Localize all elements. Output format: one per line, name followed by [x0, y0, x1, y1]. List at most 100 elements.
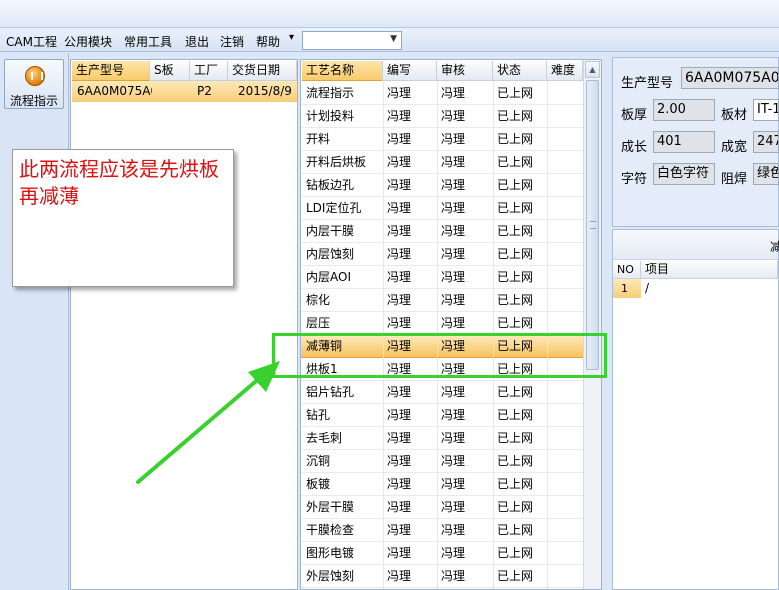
table-row[interactable]: 铝片钻孔 冯理 冯理 已上网 [301, 381, 583, 404]
table-row[interactable]: 外层干膜 冯理 冯理 已上网 [301, 496, 583, 519]
process-status-cell: 已上网 [497, 224, 534, 238]
table-row[interactable]: 1 / [613, 279, 778, 298]
menu-cam-project[interactable]: CAM工程 [6, 33, 57, 50]
process-writer-cell: 冯理 [387, 431, 412, 445]
model-field[interactable]: 6AA0M075A0 [681, 67, 779, 89]
width-field[interactable]: 247 [753, 131, 779, 153]
order-col-s-board[interactable]: S板 [150, 61, 190, 81]
process-col-reviewer[interactable]: 审核 [437, 61, 493, 81]
menu-bar: CAM工程 公用模块 常用工具 退出 注销 帮助 ▾ ▼ [0, 28, 779, 52]
process-name-cell: 棕化 [306, 293, 331, 307]
table-row[interactable]: 内层干膜 冯理 冯理 已上网 [301, 220, 583, 243]
window-top-strip [0, 0, 779, 28]
table-row[interactable]: LDI定位孔 冯理 冯理 已上网 [301, 197, 583, 220]
process-status-cell: 已上网 [497, 132, 534, 146]
mask-field[interactable]: 绿色 [753, 163, 779, 185]
order-col-model[interactable]: 生产型号 [72, 61, 150, 81]
process-col-difficulty[interactable]: 难度 [547, 61, 583, 81]
process-status-cell: 已上网 [497, 431, 534, 445]
process-writer-cell: 冯理 [387, 546, 412, 560]
process-writer-cell: 冯理 [387, 454, 412, 468]
order-grid: 生产型号 S板 工厂 交货日期 6AA0M075A0 P2 2015/8/9 [70, 59, 298, 590]
process-reviewer-cell: 冯理 [441, 431, 466, 445]
table-row[interactable]: 去毛刺 冯理 冯理 已上网 [301, 427, 583, 450]
help-dropdown-icon[interactable]: ▾ [289, 32, 294, 43]
table-row[interactable]: 计划投料 冯理 冯理 已上网 [301, 105, 583, 128]
process-status-cell: 已上网 [497, 86, 534, 100]
process-name-cell: 内层干膜 [306, 224, 355, 238]
order-col-factory[interactable]: 工厂 [190, 61, 228, 81]
scroll-up-icon[interactable]: ▲ [585, 61, 600, 78]
process-name-cell: 钻板边孔 [306, 178, 355, 192]
process-writer-cell: 冯理 [387, 155, 412, 169]
menu-help[interactable]: 帮助 [256, 33, 280, 50]
scrollbar-thumb[interactable] [586, 80, 599, 370]
process-writer-cell: 冯理 [387, 293, 412, 307]
highlight-box [272, 333, 607, 378]
thickness-field[interactable]: 2.00 [653, 99, 715, 121]
order-date-cell: 2015/8/9 [238, 84, 292, 98]
process-col-writer[interactable]: 编写 [383, 61, 437, 81]
menu-public-module[interactable]: 公用模块 [64, 33, 112, 50]
process-writer-cell: 冯理 [387, 270, 412, 284]
table-row[interactable]: 层压 冯理 冯理 已上网 [301, 312, 583, 335]
process-name-cell: 外层蚀刻 [306, 569, 355, 583]
process-name-cell: 开料 [306, 132, 331, 146]
table-row[interactable]: 钻板边孔 冯理 冯理 已上网 [301, 174, 583, 197]
process-writer-cell: 冯理 [387, 523, 412, 537]
process-status-cell: 已上网 [497, 385, 534, 399]
flow-guide-button[interactable]: 流程指示 [4, 59, 64, 109]
order-col-date[interactable]: 交货日期 [228, 61, 297, 81]
process-status-cell: 已上网 [497, 109, 534, 123]
table-row[interactable]: 干膜检查 冯理 冯理 已上网 [301, 519, 583, 542]
process-col-name[interactable]: 工艺名称 [302, 61, 383, 81]
detail-table: 减 NO 项目 1 / [612, 229, 779, 590]
process-name-cell: 铝片钻孔 [306, 385, 355, 399]
detail-no-cell: 1 [613, 279, 641, 298]
table-row[interactable]: 钻孔 冯理 冯理 已上网 [301, 404, 583, 427]
table-row[interactable]: 沉铜 冯理 冯理 已上网 [301, 450, 583, 473]
process-reviewer-cell: 冯理 [441, 316, 466, 330]
menu-logout[interactable]: 注销 [220, 33, 244, 50]
process-reviewer-cell: 冯理 [441, 224, 466, 238]
table-row[interactable]: 开料后烘板 冯理 冯理 已上网 [301, 151, 583, 174]
toolbar-combo[interactable]: ▼ [302, 31, 402, 50]
process-writer-cell: 冯理 [387, 109, 412, 123]
material-field[interactable]: IT-1 [753, 99, 779, 121]
thickness-label: 板厚 [621, 108, 648, 123]
process-name-cell: 去毛刺 [306, 431, 343, 445]
detail-col-no[interactable]: NO [613, 261, 641, 279]
process-reviewer-cell: 冯理 [441, 270, 466, 284]
table-row[interactable]: 棕化 冯理 冯理 已上网 [301, 289, 583, 312]
table-row[interactable]: 内层AOI 冯理 冯理 已上网 [301, 266, 583, 289]
process-status-cell: 已上网 [497, 477, 534, 491]
table-row[interactable]: 内层蚀刻 冯理 冯理 已上网 [301, 243, 583, 266]
process-name-cell: 沉铜 [306, 454, 331, 468]
table-row[interactable]: 流程指示 冯理 冯理 已上网 [301, 82, 583, 105]
process-status-cell: 已上网 [497, 500, 534, 514]
process-writer-cell: 冯理 [387, 247, 412, 261]
char-field[interactable]: 白色字符 [653, 163, 715, 185]
detail-item-cell: / [645, 281, 650, 295]
process-scrollbar[interactable]: ▲ [583, 60, 601, 589]
table-row[interactable]: 外层蚀刻 冯理 冯理 已上网 [301, 565, 583, 588]
process-name-cell: 内层AOI [306, 270, 351, 284]
menu-common-tools[interactable]: 常用工具 [124, 33, 172, 50]
process-name-cell: 钻孔 [306, 408, 331, 422]
detail-col-item[interactable]: 项目 [641, 261, 778, 279]
process-name-cell: 图形电镀 [306, 546, 355, 560]
flow-guide-icon [25, 66, 45, 86]
table-row[interactable]: 板镀 冯理 冯理 已上网 [301, 473, 583, 496]
table-row[interactable]: 开料 冯理 冯理 已上网 [301, 128, 583, 151]
process-name-cell: 计划投料 [306, 109, 355, 123]
length-field[interactable]: 401 [653, 131, 715, 153]
process-status-cell: 已上网 [497, 293, 534, 307]
process-writer-cell: 冯理 [387, 316, 412, 330]
process-grid: 工艺名称 编写 审核 状态 难度 流程指示 冯理 冯理 已上网 计划投料 冯理 冯理 已上网开… [300, 59, 602, 590]
process-col-status[interactable]: 状态 [493, 61, 547, 81]
process-reviewer-cell: 冯理 [441, 178, 466, 192]
table-row[interactable]: 图形电镀 冯理 冯理 已上网 [301, 542, 583, 565]
table-row[interactable]: 6AA0M075A0 P2 2015/8/9 [72, 81, 297, 102]
process-writer-cell: 冯理 [387, 477, 412, 491]
menu-exit[interactable]: 退出 [185, 33, 209, 50]
